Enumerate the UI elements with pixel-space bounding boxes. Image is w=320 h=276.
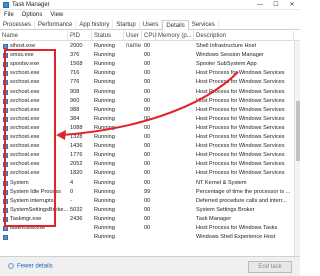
end-task-button[interactable]: End task	[248, 261, 292, 273]
chevron-up-icon	[8, 263, 14, 269]
red-arrow	[56, 71, 239, 140]
footer: Fewer details End task	[0, 256, 300, 276]
fewer-details-label: Fewer details	[17, 263, 53, 270]
fewer-details-link[interactable]: Fewer details	[8, 263, 53, 270]
arrow-curve	[61, 71, 239, 136]
arrow-head	[56, 130, 66, 140]
